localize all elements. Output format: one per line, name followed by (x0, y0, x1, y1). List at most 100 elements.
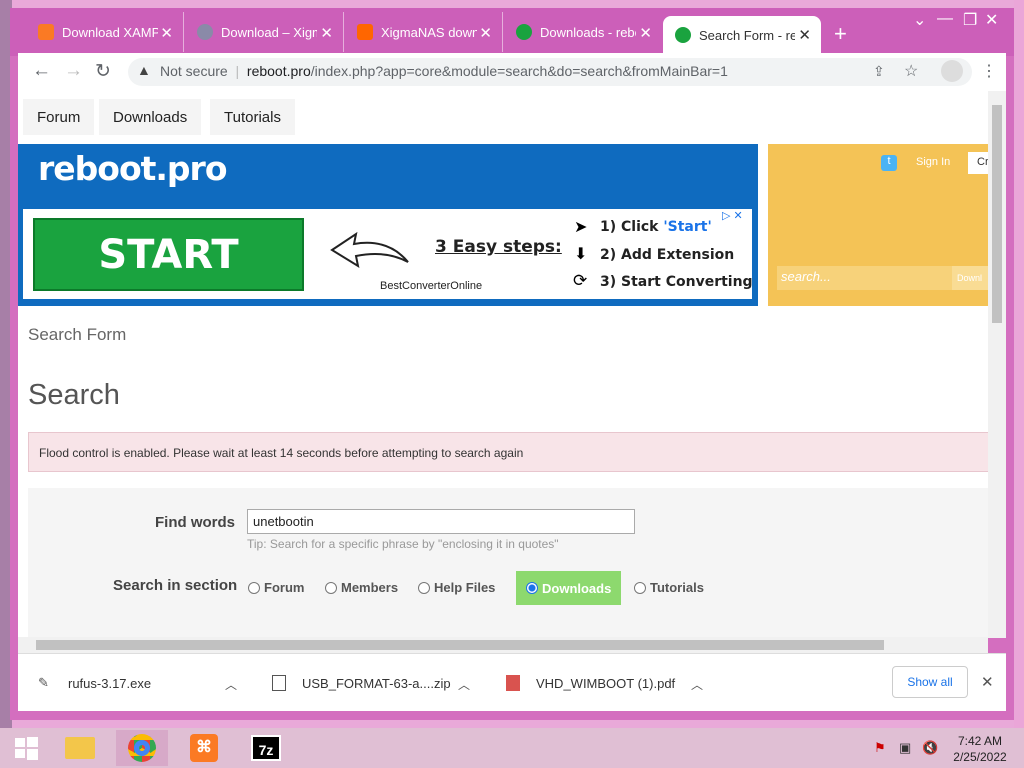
radio-members[interactable]: Members (325, 580, 398, 595)
ad-start-button[interactable]: START (33, 218, 304, 291)
radio-downloads[interactable]: Downloads (516, 571, 622, 605)
radio-button[interactable] (248, 581, 260, 594)
url-path: /index.php?app=core&module=search&do=sea… (310, 63, 728, 79)
radio-help-files[interactable]: Help Files (418, 580, 495, 595)
system-clock[interactable]: 7:42 AM 2/25/2022 (950, 733, 1010, 765)
xampp-taskbar-icon[interactable]: ⌘ (178, 730, 230, 766)
show-all-button[interactable]: Show all (892, 666, 968, 698)
close-tab-icon[interactable]: ✕ (479, 24, 492, 42)
chevron-up-icon[interactable]: ︿ (691, 676, 703, 693)
sign-in-link[interactable]: Sign In (916, 156, 950, 168)
not-secure-label: Not secure (160, 63, 228, 79)
ad-step-3: 3) Start Converting (600, 274, 753, 290)
sourceforge-icon (357, 24, 373, 40)
search-section-label: Search in section (113, 577, 238, 594)
folder-icon (65, 737, 95, 759)
profile-avatar[interactable] (941, 60, 963, 82)
ad-step-2: 2) Add Extension (600, 247, 735, 263)
back-button[interactable]: ← (32, 60, 51, 82)
ad-step-1-highlight: 'Start' (663, 219, 712, 235)
close-tab-icon[interactable]: ✕ (639, 24, 652, 42)
clock-time: 7:42 AM (957, 734, 1003, 748)
7zip-icon: 7z (251, 735, 281, 761)
xampp-icon (38, 24, 54, 40)
radio-button[interactable] (634, 581, 646, 594)
web-page: Forum Downloads Tutorials reboot.pro STA… (18, 91, 988, 638)
share-icon[interactable]: ⇪ (873, 63, 885, 80)
maximize-button[interactable]: ❐ (963, 10, 977, 30)
forward-button[interactable]: → (64, 60, 83, 82)
create-account-button[interactable]: Cr (968, 152, 988, 174)
find-words-label: Find words (155, 514, 235, 531)
exe-file-icon: ✎ (38, 675, 49, 690)
desktop-background-right (1014, 0, 1024, 728)
cursor-icon: ➤ (574, 219, 588, 236)
chrome-taskbar-icon[interactable] (116, 730, 168, 766)
breadcrumb[interactable]: Search Form (28, 325, 126, 345)
arrow-icon (330, 231, 409, 269)
adchoices-icon[interactable]: ▷ ✕ (722, 209, 743, 222)
site-search-input[interactable]: search... (777, 266, 952, 290)
horizontal-scroll-thumb[interactable] (36, 640, 884, 650)
bookmark-star-icon[interactable]: ☆ (904, 61, 918, 81)
menu-downloads[interactable]: Downloads (99, 99, 202, 135)
radio-tutorials[interactable]: Tutorials (634, 580, 704, 595)
new-tab-button[interactable]: + (834, 23, 847, 45)
tab-xigmanas-download[interactable]: XigmaNAS download ✕ (345, 12, 503, 52)
ad-step-1-text: 1) Click (600, 219, 664, 235)
chrome-icon (128, 734, 156, 762)
flood-control-message: Flood control is enabled. Please wait at… (28, 432, 988, 472)
close-window-button[interactable]: ✕ (985, 10, 998, 30)
ad-brand: BestConverterOnline (380, 280, 483, 292)
file-explorer-icon[interactable] (54, 730, 106, 766)
minimize-button[interactable]: — (937, 10, 953, 28)
page-title: Search (28, 379, 120, 411)
chevron-up-icon[interactable]: ︿ (225, 676, 237, 693)
convert-icon: ⟳ (573, 271, 588, 290)
tab-download-xampp[interactable]: Download XAMPP ✕ (26, 12, 184, 52)
search-tip: Tip: Search for a specific phrase by "en… (247, 537, 559, 551)
menu-forum[interactable]: Forum (23, 99, 95, 135)
zip-file-icon (272, 675, 286, 691)
action-center-icon[interactable]: ▣ (899, 740, 911, 756)
warning-icon: ▲ (137, 62, 151, 78)
tab-downloads-reboot[interactable]: Downloads - reboot.pro ✕ (504, 12, 662, 52)
close-download-bar-icon[interactable]: ✕ (981, 673, 994, 691)
7zip-taskbar-icon[interactable]: 7z (240, 730, 292, 766)
network-icon[interactable]: ⚑ (874, 740, 886, 756)
menu-kebab-icon[interactable]: ⋮ (981, 61, 997, 81)
reboot-icon (516, 24, 532, 40)
tab-download-xigmanas[interactable]: Download – XigmaNAS ✕ (185, 12, 344, 52)
reload-button[interactable]: ↻ (95, 60, 111, 83)
pdf-file-icon (506, 675, 520, 691)
url-host: reboot.pro (246, 63, 311, 79)
radio-button[interactable] (325, 581, 337, 594)
volume-muted-icon[interactable]: 🔇 (922, 740, 938, 756)
start-button[interactable] (0, 730, 52, 766)
chevron-up-icon[interactable]: ︿ (458, 676, 470, 693)
radio-button[interactable] (418, 581, 430, 594)
xampp-icon: ⌘ (190, 734, 218, 762)
menu-tutorials[interactable]: Tutorials (210, 99, 295, 135)
close-tab-icon[interactable]: ✕ (160, 24, 173, 42)
radio-button-selected[interactable] (526, 582, 538, 594)
ad-step-1: 1) Click 'Start' (600, 219, 712, 235)
download-item-rufus[interactable]: ✎ rufus-3.17.exe (38, 675, 151, 691)
windows-icon (15, 737, 38, 760)
radio-forum[interactable]: Forum (248, 580, 304, 595)
site-logo[interactable]: reboot.pro (38, 149, 227, 188)
twitter-icon[interactable]: t (881, 155, 897, 171)
address-text[interactable]: Not secure | reboot.pro/index.php?app=co… (160, 63, 728, 79)
find-words-input[interactable]: unetbootin (247, 509, 635, 534)
tab-search-form[interactable]: Search Form - reboot.pro ✕ (663, 16, 821, 54)
xigmanas-icon (197, 24, 213, 40)
download-item-vhd-wimboot[interactable]: VHD_WIMBOOT (1).pdf (506, 675, 675, 691)
site-search-button[interactable]: Downl (952, 266, 988, 290)
download-item-usb-format[interactable]: USB_FORMAT-63-a....zip (272, 675, 451, 691)
clock-date: 2/25/2022 (953, 750, 1007, 764)
vertical-scroll-thumb[interactable] (992, 105, 1002, 323)
ad-steps-title: 3 Easy steps: (435, 237, 562, 257)
close-tab-icon[interactable]: ✕ (320, 24, 333, 42)
close-tab-icon[interactable]: ✕ (798, 26, 811, 44)
chevron-down-icon[interactable]: ⌄ (913, 10, 926, 30)
